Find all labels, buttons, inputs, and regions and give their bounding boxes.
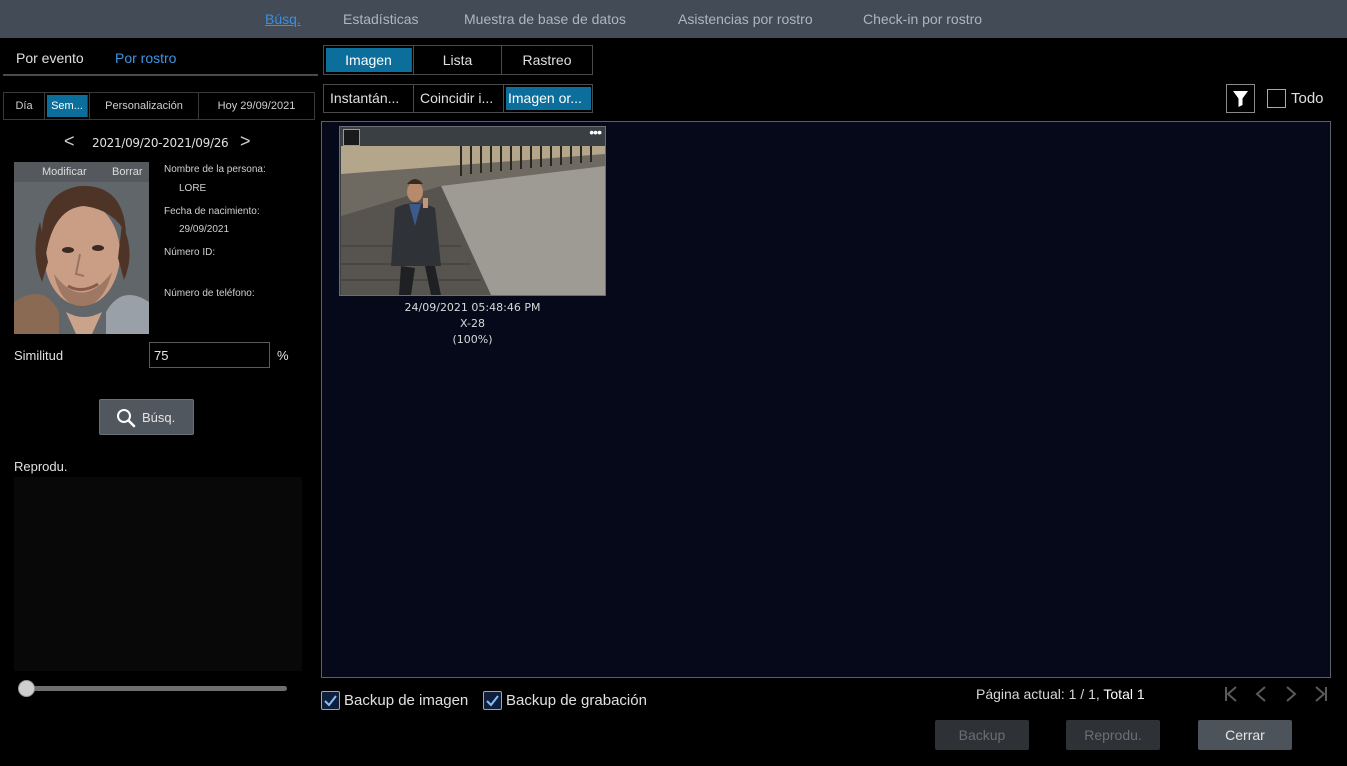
date-range-selector: < 2021/09/20-2021/09/26 > bbox=[60, 131, 260, 152]
page-current: Página actual: 1 / 1, bbox=[976, 686, 1104, 702]
result-thumbnail[interactable]: ••• bbox=[339, 124, 606, 296]
nav-tab-statistics[interactable]: Estadísticas bbox=[343, 11, 418, 27]
view-tab-list[interactable]: Lista bbox=[413, 46, 502, 74]
filter-icon bbox=[1233, 91, 1248, 107]
result-select-checkbox[interactable] bbox=[343, 129, 360, 146]
sub-tab-original-image[interactable]: Imagen or... bbox=[506, 87, 591, 110]
last-page-icon[interactable] bbox=[1312, 684, 1330, 704]
birthdate-label: Fecha de nacimiento: bbox=[164, 206, 260, 217]
nav-tab-search[interactable]: Búsq. bbox=[265, 11, 301, 27]
view-mode-tabs: Imagen Lista Rastreo bbox=[323, 45, 593, 75]
face-photo-card: Modificar Borrar bbox=[14, 162, 149, 334]
modify-face-button[interactable]: Modificar bbox=[42, 166, 87, 178]
search-mode-tabs: Por evento Por rostro bbox=[3, 38, 318, 76]
sub-tab-snapshot[interactable]: Instantán... bbox=[324, 85, 414, 112]
person-name-value: LORE bbox=[179, 183, 207, 194]
backup-recording-checkbox[interactable] bbox=[483, 691, 502, 710]
similarity-label: Similitud bbox=[14, 348, 64, 363]
search-icon bbox=[117, 409, 136, 428]
left-panel: Por evento Por rostro Día Sem... Persona… bbox=[0, 38, 318, 766]
face-card-actions: Modificar Borrar bbox=[14, 162, 149, 182]
first-page-icon[interactable] bbox=[1222, 684, 1240, 704]
date-range-text: 2021/09/20-2021/09/26 bbox=[92, 136, 229, 150]
playback-video-area[interactable] bbox=[14, 477, 302, 671]
nav-tab-face-attendance[interactable]: Asistencias por rostro bbox=[678, 11, 813, 27]
sub-tab-match-image[interactable]: Coincidir i... bbox=[414, 85, 504, 112]
search-button-label: Búsq. bbox=[142, 410, 176, 425]
backup-image-label: Backup de imagen bbox=[344, 692, 469, 709]
next-page-icon[interactable] bbox=[1282, 684, 1300, 704]
nav-tab-database-sample[interactable]: Muestra de base de datos bbox=[464, 11, 626, 27]
search-button[interactable]: Búsq. bbox=[99, 399, 194, 435]
view-tab-track[interactable]: Rastreo bbox=[502, 46, 592, 74]
playback-progress-handle[interactable] bbox=[18, 680, 35, 697]
phone-label: Número de teléfono: bbox=[164, 288, 255, 299]
prev-range-arrow-icon[interactable]: < bbox=[64, 131, 75, 152]
similarity-unit: % bbox=[277, 348, 289, 363]
image-type-tabs: Instantán... Coincidir i... Imagen or... bbox=[323, 84, 593, 113]
next-range-arrow-icon[interactable]: > bbox=[240, 131, 251, 152]
close-button[interactable]: Cerrar bbox=[1198, 720, 1292, 750]
id-number-label: Número ID: bbox=[164, 247, 216, 258]
more-options-icon[interactable]: ••• bbox=[589, 124, 602, 140]
result-image bbox=[341, 146, 605, 295]
tab-by-event[interactable]: Por evento bbox=[16, 50, 84, 66]
delete-face-button[interactable]: Borrar bbox=[112, 166, 143, 178]
playback-label: Reprodu. bbox=[14, 459, 68, 474]
result-meta: 24/09/2021 05:48:46 PM X-28 (100%) bbox=[339, 300, 606, 348]
range-tab-week[interactable]: Sem... bbox=[47, 95, 88, 117]
tab-by-face[interactable]: Por rostro bbox=[115, 50, 176, 66]
select-all-label: Todo bbox=[1291, 90, 1324, 107]
filter-button[interactable] bbox=[1226, 84, 1255, 113]
view-tab-image[interactable]: Imagen bbox=[326, 48, 412, 72]
playback-progress-track[interactable] bbox=[24, 686, 287, 691]
playback-button[interactable]: Reprodu. bbox=[1066, 720, 1160, 750]
prev-page-icon[interactable] bbox=[1252, 684, 1270, 704]
backup-image-checkbox[interactable] bbox=[321, 691, 340, 710]
person-name-label: Nombre de la persona: bbox=[164, 164, 266, 175]
range-tab-today[interactable]: Hoy 29/09/2021 bbox=[199, 93, 314, 119]
range-tab-day[interactable]: Día bbox=[4, 93, 45, 119]
page-info: Página actual: 1 / 1, Total 1 bbox=[976, 686, 1145, 702]
similarity-input[interactable] bbox=[149, 342, 270, 368]
range-tab-custom[interactable]: Personalización bbox=[89, 93, 199, 119]
nav-tab-face-checkin[interactable]: Check-in por rostro bbox=[863, 11, 982, 27]
result-channel: X-28 bbox=[460, 317, 485, 330]
top-navigation: Búsq. Estadísticas Muestra de base de da… bbox=[0, 0, 1347, 38]
backup-recording-label: Backup de grabación bbox=[506, 692, 647, 709]
birthdate-value: 29/09/2021 bbox=[179, 224, 230, 235]
face-photo bbox=[14, 162, 149, 334]
page-total: Total 1 bbox=[1103, 686, 1145, 702]
backup-button[interactable]: Backup bbox=[935, 720, 1029, 750]
time-range-tabs: Día Sem... Personalización Hoy 29/09/202… bbox=[3, 92, 315, 120]
result-similarity: (100%) bbox=[452, 333, 493, 346]
select-all-checkbox[interactable] bbox=[1267, 89, 1286, 108]
results-grid: ••• 24/09/2021 05:48:46 PM X-28 (100%) bbox=[321, 121, 1331, 678]
checkmark-icon bbox=[486, 695, 499, 707]
result-timestamp: 24/09/2021 05:48:46 PM bbox=[404, 301, 541, 314]
checkmark-icon bbox=[324, 695, 337, 707]
